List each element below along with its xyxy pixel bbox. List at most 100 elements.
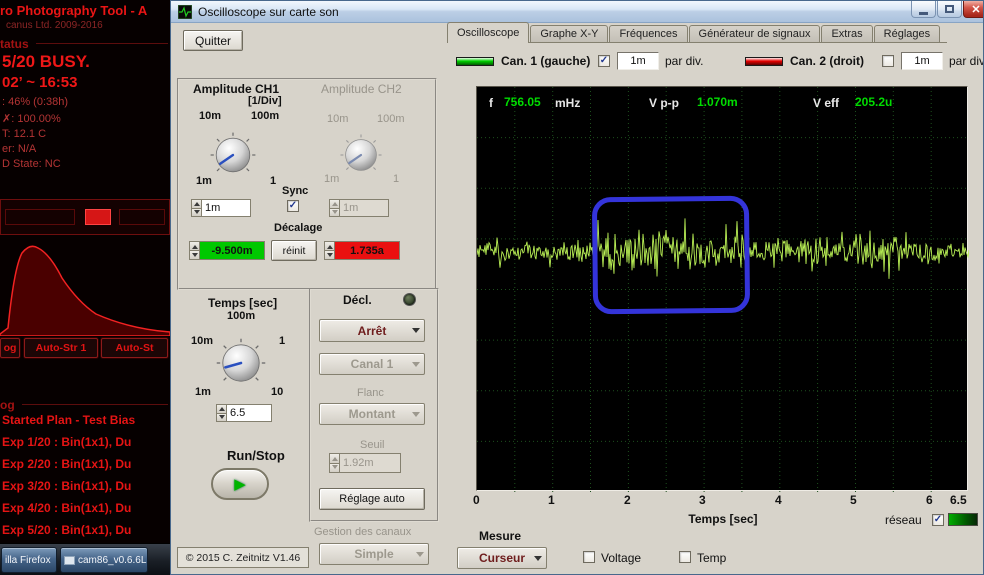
ch1-offset-value: -9.500m	[200, 241, 265, 260]
tab-oscilloscope[interactable]: Oscilloscope	[447, 22, 530, 43]
copyright-label: © 2015 C. Zeitnitz V1.46	[177, 547, 309, 568]
apt-log-button[interactable]: og	[0, 338, 20, 358]
taskbar-button-cam86[interactable]: cam86_v0.6.6L...	[60, 547, 148, 573]
ch2-scale-value: 1m	[914, 55, 930, 67]
ch2-amplitude-spinner[interactable]: 1m	[329, 199, 389, 217]
oscilloscope-window: Oscilloscope sur carte son ✕ Quitter Osc…	[170, 0, 984, 575]
apt-log-entry: Exp 5/20 : Bin(1x1), Du	[2, 523, 132, 537]
apt-auto-stretch-2-button[interactable]: Auto-St	[101, 338, 168, 358]
apt-log-entry: Started Plan - Test Bias	[2, 413, 136, 427]
trigger-source-select[interactable]: Canal 1	[319, 353, 425, 375]
spinner-arrows[interactable]	[329, 199, 340, 217]
tab-label: Graphe X-Y	[540, 28, 599, 40]
trigger-edge-value: Montant	[348, 407, 396, 421]
channel-mgmt-label: Gestion des canaux	[314, 526, 412, 538]
ch2-scale-select[interactable]: 1m	[901, 52, 943, 70]
ch1-scale-value: 1m	[630, 55, 646, 67]
reseau-checkbox[interactable]: ✓	[932, 514, 944, 526]
amplitude-ch2-knob[interactable]	[339, 133, 383, 177]
veff-label: V eff	[813, 96, 840, 110]
ch1-offset-spinner[interactable]: -9.500m	[189, 241, 265, 260]
timebase-knob[interactable]	[215, 337, 267, 389]
knob-tick-label: 1m	[195, 386, 211, 398]
ch1-per-div-label: par div.	[665, 54, 704, 68]
apt-log-header: og	[0, 398, 15, 412]
chevron-down-icon	[412, 361, 420, 367]
knob-tick-label: 1	[270, 175, 277, 187]
trigger-title: Décl.	[343, 293, 372, 307]
spinner-arrows[interactable]	[189, 241, 200, 260]
divider	[36, 43, 168, 44]
apt-auto-stretch-1-button[interactable]: Auto-Str 1	[24, 338, 98, 358]
tab-label: Réglages	[883, 28, 931, 40]
measure-cursor-select[interactable]: Curseur	[457, 547, 547, 569]
spinner-arrows[interactable]	[329, 453, 340, 473]
apt-progress-segment	[5, 209, 75, 225]
close-button[interactable]: ✕	[963, 1, 983, 18]
tab-strip: Oscilloscope Graphe X-Y Fréquences Génér…	[447, 22, 941, 43]
trigger-mode-select[interactable]: Arrêt	[319, 319, 425, 342]
knob-tick-label: 10	[271, 386, 284, 398]
ch2-per-div-label: par div.	[949, 54, 984, 68]
timebase-spinner[interactable]: 6.5	[216, 404, 272, 422]
sync-label: Sync	[282, 185, 309, 197]
taskbar-button-firefox[interactable]: illa Firefox	[1, 547, 57, 573]
apt-window-title: ro Photography Tool - A	[0, 3, 148, 18]
knob-tick-label: 1	[393, 173, 400, 185]
trigger-threshold-spinner[interactable]: 1.92m	[329, 453, 401, 473]
tab-reglages[interactable]: Réglages	[873, 25, 941, 43]
spinner-arrows[interactable]	[216, 404, 227, 422]
spinner-arrows[interactable]	[191, 199, 202, 217]
title-bar[interactable]: Oscilloscope sur carte son ✕	[171, 1, 983, 23]
timebase-value: 6.5	[227, 404, 272, 422]
vpp-label: V p-p	[649, 96, 679, 110]
channel-mgmt-select[interactable]: Simple	[319, 543, 429, 565]
ch2-amplitude-value: 1m	[340, 199, 389, 217]
voltage-checkbox[interactable]	[583, 551, 595, 563]
auto-setup-button[interactable]: Réglage auto	[319, 488, 425, 510]
apt-info-line: ✗: 100.00%	[2, 113, 61, 125]
maximize-icon	[945, 5, 954, 13]
ch1-scale-select[interactable]: 1m	[617, 52, 659, 70]
ch2-offset-spinner[interactable]: 1.735a	[324, 241, 400, 260]
taskbar: illa Firefox cam86_v0.6.6L...	[0, 543, 172, 575]
trigger-edge-select[interactable]: Montant	[319, 403, 425, 425]
apt-window: ro Photography Tool - A canus Ltd. 2009-…	[0, 0, 172, 575]
spinner-arrows[interactable]	[324, 241, 335, 260]
temp-checkbox[interactable]	[679, 551, 691, 563]
check-icon: ✓	[933, 514, 943, 525]
app-icon	[178, 5, 192, 19]
offset-label: Décalage	[274, 222, 323, 234]
tab-frequences[interactable]: Fréquences	[609, 25, 688, 43]
knob-tick-label: 100m	[377, 113, 405, 125]
ch1-enable-checkbox[interactable]: ✓	[598, 55, 610, 67]
screen: ro Photography Tool - A canus Ltd. 2009-…	[0, 0, 984, 575]
minimize-icon	[919, 11, 928, 15]
tab-graphe-xy[interactable]: Graphe X-Y	[530, 25, 609, 43]
knob-tick-label: 100m	[227, 310, 256, 322]
knob-tick-label: 10m	[191, 335, 214, 347]
run-stop-button[interactable]: ▶	[211, 468, 269, 500]
scope-grid	[477, 87, 969, 492]
apt-progress-fill	[85, 209, 111, 225]
amplitude-ch1-knob[interactable]	[209, 131, 257, 179]
maximize-button[interactable]	[937, 1, 962, 18]
apt-progress-segment	[119, 209, 165, 225]
window-icon	[64, 555, 75, 565]
ch1-amplitude-spinner[interactable]: 1m	[191, 199, 251, 217]
sync-checkbox[interactable]: ✓	[287, 200, 299, 212]
tab-extras[interactable]: Extras	[821, 25, 873, 43]
ch2-enable-checkbox[interactable]	[882, 55, 894, 67]
minimize-button[interactable]	[911, 1, 936, 18]
tab-generateur[interactable]: Générateur de signaux	[688, 25, 821, 43]
tab-label: Oscilloscope	[457, 27, 520, 39]
vpp-value: 1.070m	[697, 95, 738, 109]
knob-tick-label: 1m	[324, 173, 340, 185]
x-tick: 0	[473, 493, 480, 507]
offset-reset-button[interactable]: réinit	[271, 240, 317, 261]
quit-button[interactable]: Quitter	[183, 30, 243, 51]
x-tick: 2	[624, 493, 631, 507]
auto-setup-label: Réglage auto	[339, 493, 405, 505]
trigger-threshold-value: 1.92m	[340, 453, 401, 473]
mains-indicator	[948, 513, 978, 526]
